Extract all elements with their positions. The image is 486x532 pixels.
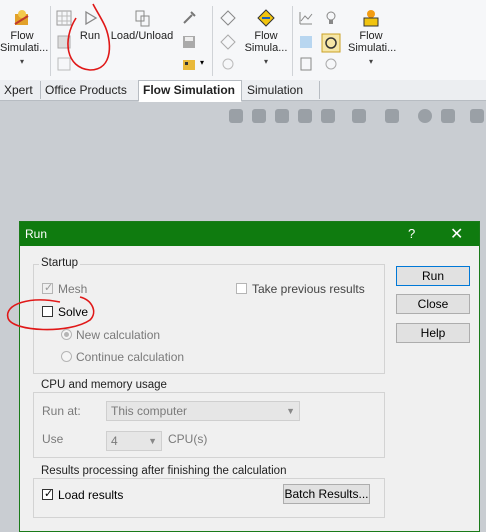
ribbon-separator bbox=[212, 6, 213, 76]
settings-icon[interactable] bbox=[220, 56, 236, 72]
boundary-icon[interactable] bbox=[220, 34, 236, 50]
appearance-icon[interactable] bbox=[418, 109, 432, 123]
plot-icon[interactable] bbox=[298, 10, 314, 26]
scene-icon[interactable] bbox=[441, 109, 455, 123]
use-label: Use bbox=[42, 432, 64, 446]
radio-dot bbox=[64, 332, 69, 337]
run-at-label: Run at: bbox=[42, 404, 81, 418]
tab-office-products[interactable]: Office Products bbox=[41, 81, 140, 99]
load-results-checkbox[interactable]: ✓ bbox=[42, 488, 53, 500]
tab-simulation[interactable]: Simulation bbox=[243, 81, 320, 99]
flow-simulation-button-1[interactable]: Flow Simulati... ▾ bbox=[0, 8, 48, 68]
flow-simulation-icon bbox=[14, 10, 29, 25]
load-results-label: Load results bbox=[58, 488, 124, 502]
cpu-unit-label: CPU(s) bbox=[168, 432, 208, 446]
new-calculation-radio[interactable] bbox=[61, 329, 72, 340]
tab-flow-simulation[interactable]: Flow Simulation bbox=[138, 80, 242, 102]
report-icon[interactable] bbox=[298, 56, 314, 72]
play-icon bbox=[85, 10, 98, 26]
help-button[interactable]: Help bbox=[396, 323, 470, 343]
tab-xpert[interactable]: Xpert bbox=[0, 81, 41, 99]
cpu-count-select[interactable]: 4 ▼ bbox=[106, 431, 162, 451]
close-button[interactable]: Close bbox=[396, 294, 470, 314]
ribbon-separator bbox=[50, 6, 51, 76]
ribbon-toolbar: Flow Simulati... ▾ Run Load/Unload ▾ Flo… bbox=[0, 0, 486, 81]
chevron-down-icon: ▼ bbox=[148, 436, 157, 446]
view-orientation-icon[interactable] bbox=[321, 109, 335, 123]
flow-simulation-dropdown-3[interactable]: ▾ bbox=[348, 56, 394, 68]
dialog-title: Run bbox=[25, 227, 48, 241]
run-dialog: Run ? ✕ Startup ✓ Mesh Take previous res… bbox=[19, 221, 480, 532]
flow-simulation-button-2[interactable]: Flow Simula... ▾ bbox=[244, 8, 288, 68]
cut-plot-icon[interactable] bbox=[298, 34, 314, 50]
tools-icon[interactable] bbox=[181, 56, 197, 72]
component-icon[interactable] bbox=[56, 34, 72, 50]
load-unload-button[interactable]: Load/Unload bbox=[110, 8, 174, 42]
save-icon[interactable] bbox=[181, 34, 197, 50]
chevron-down-icon: ▼ bbox=[286, 406, 295, 416]
lightbulb-icon[interactable] bbox=[323, 10, 339, 26]
tools-dropdown-arrow[interactable]: ▾ bbox=[200, 58, 204, 67]
run-at-select[interactable]: This computer ▼ bbox=[106, 401, 300, 421]
solve-label: Solve bbox=[58, 305, 89, 319]
flow-simulation-button-3[interactable]: Flow Simulati... ▾ bbox=[348, 8, 396, 68]
view-settings-icon[interactable] bbox=[470, 109, 484, 123]
continue-calculation-label: Continue calculation bbox=[76, 350, 185, 364]
flow-results-icon bbox=[363, 10, 379, 27]
take-previous-results-checkbox[interactable] bbox=[236, 283, 247, 294]
results-processing-group-title: Results processing after finishing the c… bbox=[39, 465, 289, 477]
mesh-label: Mesh bbox=[58, 282, 88, 296]
zoom-area-icon[interactable] bbox=[252, 109, 266, 123]
run-button[interactable]: Run bbox=[396, 266, 470, 286]
batch-results-button[interactable]: Batch Results... bbox=[283, 484, 370, 504]
solve-checkbox[interactable] bbox=[42, 306, 53, 317]
load-unload-icon bbox=[135, 10, 150, 27]
goal-icon[interactable] bbox=[220, 10, 236, 26]
particle-icon[interactable] bbox=[323, 56, 339, 72]
help-question-icon[interactable]: ? bbox=[408, 226, 415, 241]
take-previous-results-label: Take previous results bbox=[252, 282, 365, 296]
selected-tool-icon[interactable] bbox=[321, 33, 341, 53]
ribbon-separator bbox=[292, 6, 293, 76]
dialog-titlebar[interactable]: Run ? ✕ bbox=[20, 222, 479, 246]
section-view-icon[interactable] bbox=[298, 109, 312, 123]
flow-simulation-dropdown-1[interactable]: ▾ bbox=[0, 56, 44, 68]
close-icon[interactable]: ✕ bbox=[450, 224, 463, 244]
new-calculation-label: New calculation bbox=[76, 328, 161, 342]
startup-group-title: Startup bbox=[39, 257, 81, 269]
zoom-to-fit-icon[interactable] bbox=[229, 109, 243, 123]
hide-show-icon[interactable] bbox=[385, 109, 399, 123]
flow-diamond-icon bbox=[257, 9, 275, 27]
command-manager-tabs: Xpert Office Products Flow Simulation Si… bbox=[0, 80, 486, 102]
display-style-icon[interactable] bbox=[352, 109, 366, 123]
wrench-icon[interactable] bbox=[181, 10, 197, 26]
flow-simulation-dropdown-2[interactable]: ▾ bbox=[244, 56, 288, 68]
cpu-memory-group-title: CPU and memory usage bbox=[39, 379, 169, 391]
heads-up-view-toolbar bbox=[0, 100, 486, 130]
continue-calculation-radio[interactable] bbox=[61, 351, 72, 362]
run-ribbon-button[interactable]: Run bbox=[76, 8, 104, 42]
mesh-checkbox[interactable]: ✓ bbox=[42, 282, 53, 294]
mesh-icon[interactable] bbox=[56, 56, 72, 72]
grid-icon[interactable] bbox=[56, 10, 72, 26]
previous-view-icon[interactable] bbox=[275, 109, 289, 123]
